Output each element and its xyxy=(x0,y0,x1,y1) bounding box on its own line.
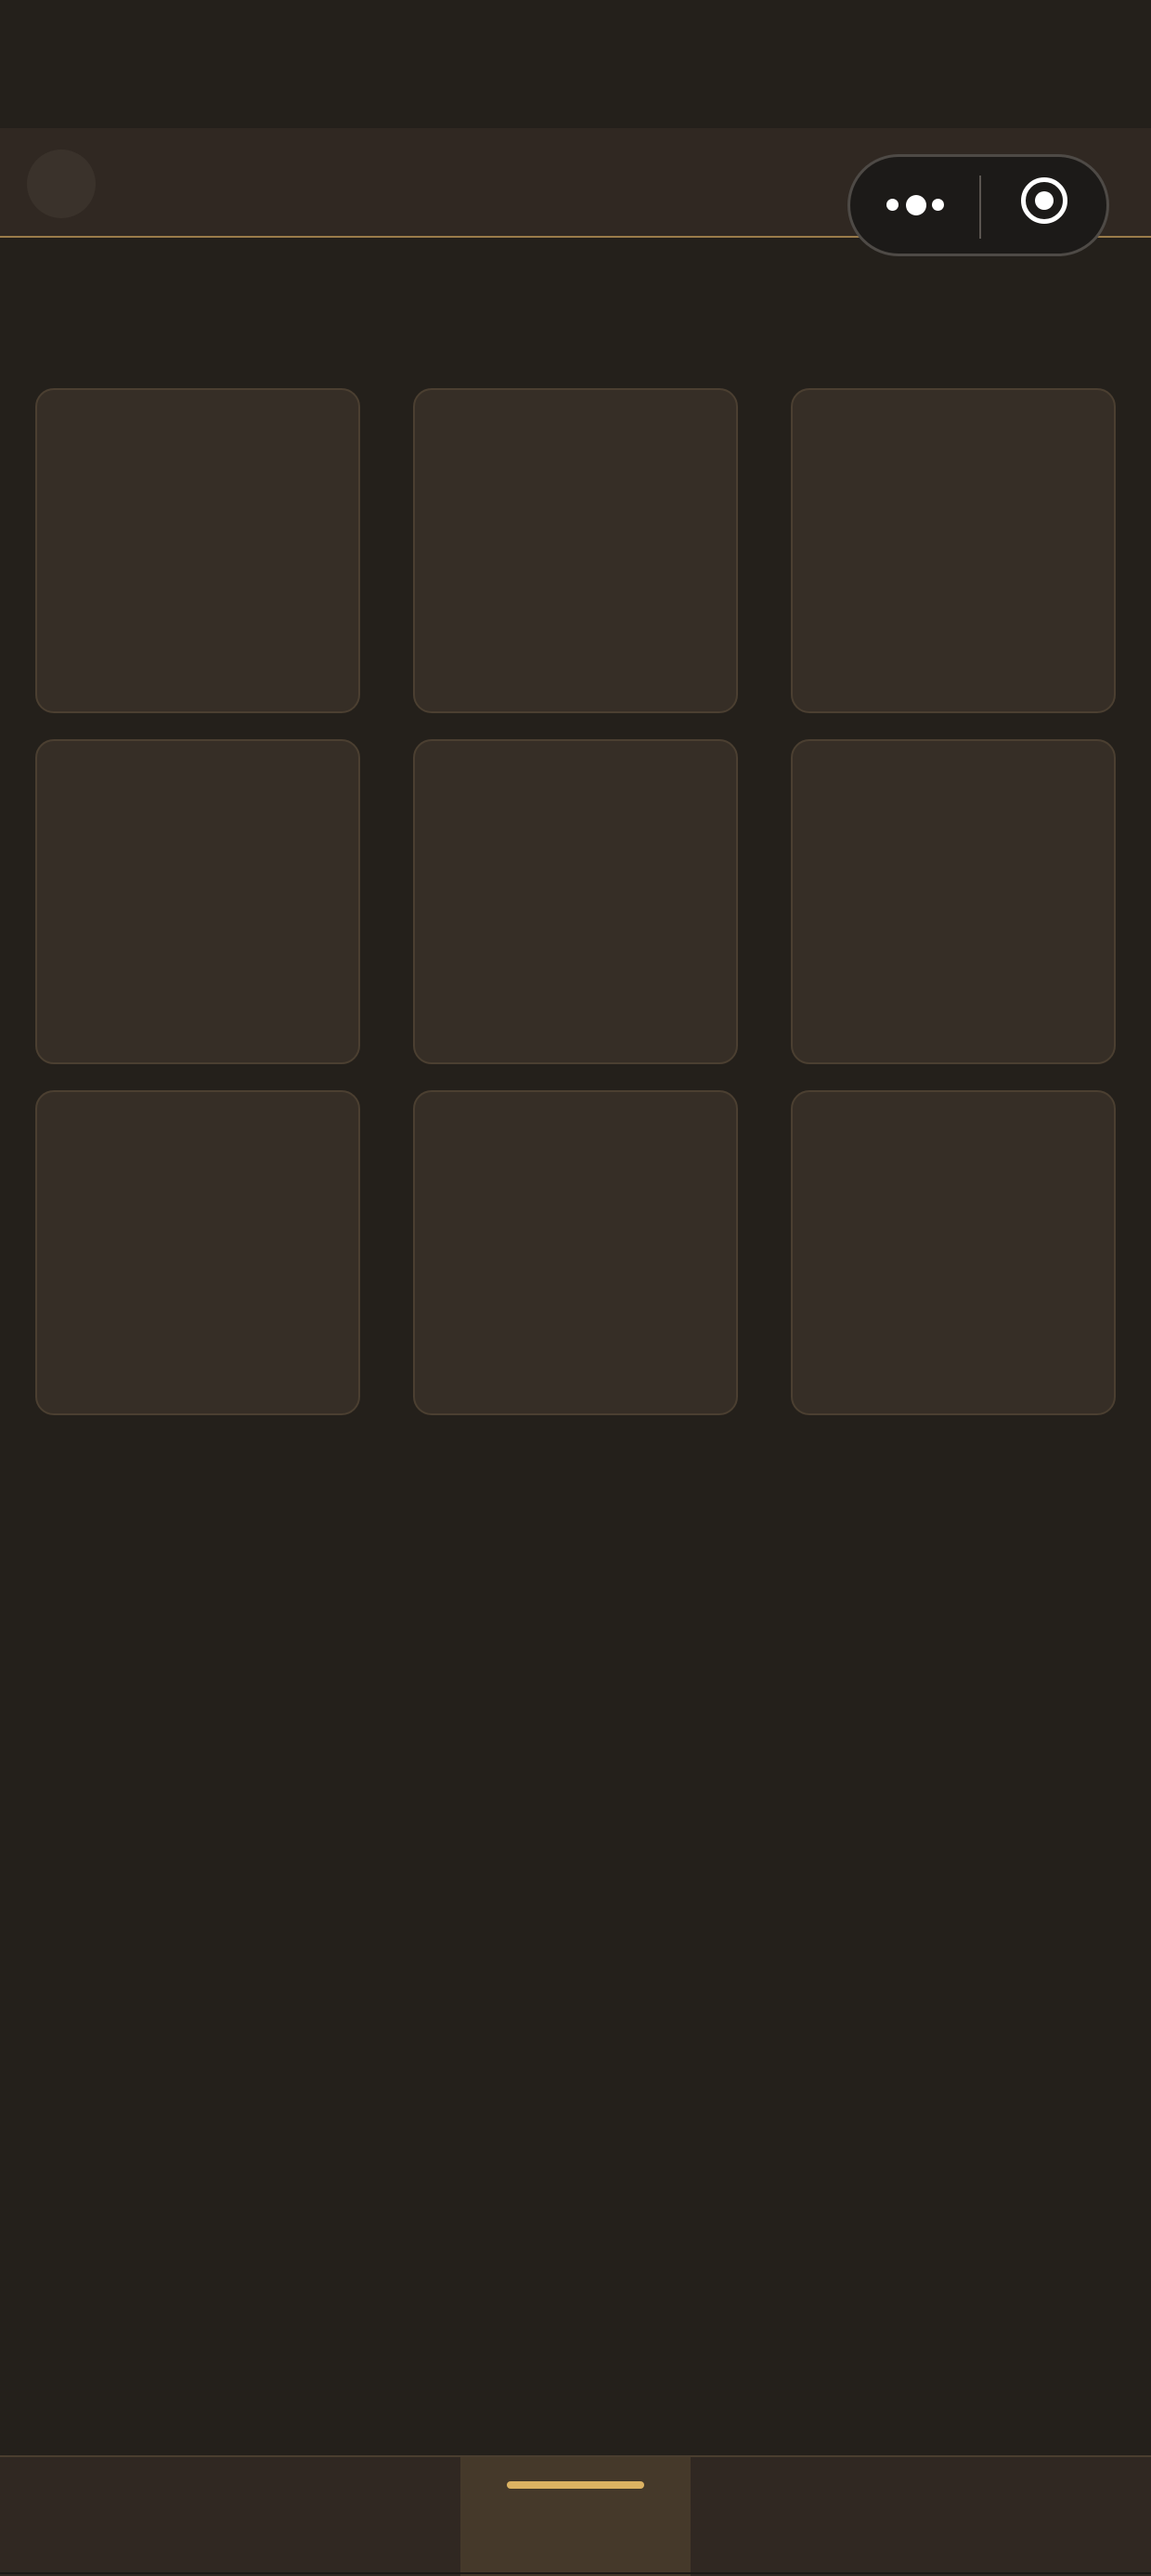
close-target-icon-core xyxy=(1035,191,1054,210)
grid-tile-1[interactable] xyxy=(35,388,360,713)
grid-tile-8[interactable] xyxy=(413,1090,738,1415)
bottom-tab-bar xyxy=(0,2455,1151,2576)
more-dots-icon xyxy=(886,199,899,211)
avatar[interactable] xyxy=(27,150,96,218)
more-button[interactable] xyxy=(850,157,979,254)
status-bar xyxy=(0,0,1151,128)
grid-tile-9[interactable] xyxy=(791,1090,1116,1415)
active-tab-indicator xyxy=(507,2481,644,2489)
grid-tile-5[interactable] xyxy=(413,739,738,1064)
more-dots-icon xyxy=(906,195,926,215)
grid-tile-2[interactable] xyxy=(413,388,738,713)
grid-tile-7[interactable] xyxy=(35,1090,360,1415)
tile-grid xyxy=(35,388,1116,1415)
tab-active[interactable] xyxy=(460,2457,691,2576)
grid-tile-6[interactable] xyxy=(791,739,1116,1064)
grid-tile-3[interactable] xyxy=(791,388,1116,713)
close-button[interactable] xyxy=(981,157,1109,254)
more-dots-icon xyxy=(932,199,944,211)
grid-tile-4[interactable] xyxy=(35,739,360,1064)
mini-program-capsule xyxy=(847,154,1109,256)
